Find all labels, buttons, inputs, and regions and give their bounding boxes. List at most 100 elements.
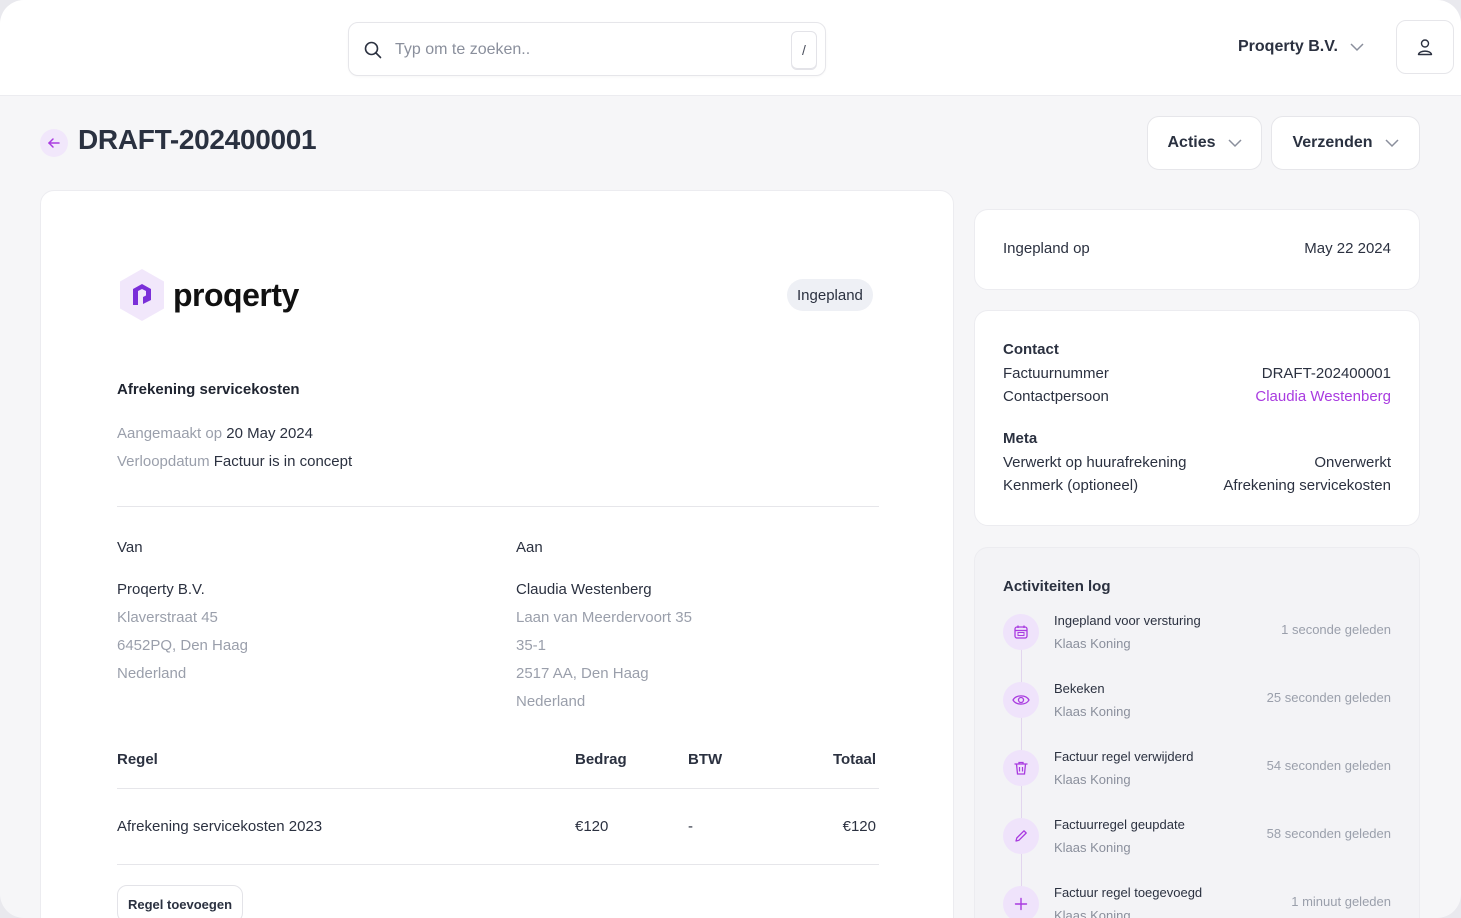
reference-value: Afrekening servicekosten [1223,477,1391,494]
proqerty-logo-icon [120,269,164,321]
arrow-left-icon [47,138,60,148]
invoice-subject: Afrekening servicekosten [117,381,300,398]
plus-icon [1003,886,1039,918]
trash-icon [1003,750,1039,786]
activity-action: Factuurregel geupdate [1054,817,1185,832]
scheduled-label: Ingepland op [1003,240,1090,257]
send-label: Verzenden [1292,134,1373,151]
back-button[interactable] [40,129,68,157]
contact-person-label: Contactpersoon [1003,388,1109,405]
logo-wordmark: proqerty [173,276,299,313]
contact-person-row: Contactpersoon Claudia Westenberg [1003,388,1391,405]
due-value: Factuur is in concept [213,453,353,470]
from-line: Nederland [117,665,187,682]
reference-label: Kenmerk (optioneel) [1003,477,1139,494]
due-date: Verloopdatum Factuur is in concept [117,453,352,470]
send-dropdown-button[interactable]: Verzenden [1271,116,1420,170]
activity-item: Factuur regel toegevoegd Klaas Koning 1 … [1003,882,1391,918]
from-line: 6452PQ, Den Haag [117,637,248,654]
column-header-vat: BTW [688,751,723,768]
user-menu-button[interactable] [1396,20,1454,74]
app-window: / Proqerty B.V. DRAFT-202400001 Acties [0,0,1461,918]
row-amount: €120 [575,818,609,835]
page-title: DRAFT-202400001 [78,124,317,155]
from-name: Proqerty B.V. [117,581,205,598]
to-line: 2517 AA, Den Haag [516,665,649,682]
chevron-down-icon [1384,139,1399,148]
divider [117,788,879,789]
add-line-button[interactable]: Regel toevoegen [117,885,244,918]
contact-section-title: Contact [1003,341,1059,358]
top-bar: / Proqerty B.V. [0,0,1461,96]
search-box[interactable]: / [348,22,826,76]
scheduled-row: Ingepland op May 22 2024 [1003,240,1391,257]
activity-item: Ingepland voor versturing Klaas Koning 1… [1003,610,1391,660]
activity-item: Factuur regel verwijderd Klaas Koning 54… [1003,746,1391,796]
invoice-preview: proqerty Ingepland Afrekening servicekos… [40,190,954,918]
to-address: Aan Claudia Westenberg Laan van Meerderv… [516,539,896,716]
divider [117,864,879,865]
eye-icon [1003,682,1039,718]
activity-action: Bekeken [1054,681,1105,696]
column-header-amount: Bedrag [575,751,627,768]
activity-user: Klaas Koning [1054,704,1131,719]
organization-switcher[interactable]: Proqerty B.V. [1238,34,1364,60]
actions-label: Acties [1167,134,1216,151]
processed-row: Verwerkt op huurafrekening Onverwerkt [1003,454,1391,471]
created-label: Aangemaakt op [117,425,223,442]
to-line: Nederland [516,693,586,710]
created-value: 20 May 2024 [226,425,313,442]
to-name: Claudia Westenberg [516,581,652,598]
meta-section-title: Meta [1003,430,1038,447]
activity-time: 1 minuut geleden [1291,894,1391,909]
from-line: Klaverstraat 45 [117,609,218,626]
activity-log-card: Activiteiten log Ingepland voor versturi… [974,547,1420,918]
activity-user: Klaas Koning [1054,908,1131,918]
column-header-line: Regel [117,751,158,768]
organization-name: Proqerty B.V. [1238,38,1338,55]
search-icon [364,41,382,59]
pencil-icon [1003,818,1039,854]
due-label: Verloopdatum [117,453,210,470]
invoice-number-value: DRAFT-202400001 [1261,365,1391,382]
reference-row: Kenmerk (optioneel) Afrekening serviceko… [1003,477,1391,494]
to-label: Aan [516,539,543,556]
details-card: Contact Factuurnummer DRAFT-202400001 Co… [974,310,1420,526]
from-label: Van [117,539,143,556]
processed-label: Verwerkt op huurafrekening [1003,454,1187,471]
to-line: Laan van Meerdervoort 35 [516,609,692,626]
to-line: 35-1 [516,637,547,654]
scheduled-card: Ingepland op May 22 2024 [974,209,1420,290]
company-logo: proqerty [117,267,299,323]
scheduled-value: May 22 2024 [1304,240,1391,257]
actions-dropdown-button[interactable]: Acties [1147,116,1262,170]
chevron-down-icon [1227,139,1242,148]
activity-item: Factuurregel geupdate Klaas Koning 58 se… [1003,814,1391,864]
calendar-icon [1003,614,1039,650]
contact-person-link[interactable]: Claudia Westenberg [1255,388,1391,405]
activity-log-title: Activiteiten log [1003,578,1111,595]
invoice-number-label: Factuurnummer [1003,365,1109,382]
row-total: €120 [842,818,876,835]
search-shortcut-key: / [791,31,817,69]
row-description: Afrekening servicekosten 2023 [117,818,323,835]
column-header-total: Totaal [832,751,876,768]
chevron-down-icon [1350,43,1364,52]
activity-time: 54 seconden geleden [1266,758,1391,773]
activity-action: Factuur regel toegevoegd [1054,885,1203,900]
search-input[interactable] [395,37,775,63]
activity-time: 58 seconden geleden [1266,826,1391,841]
activity-time: 25 seconden geleden [1266,690,1391,705]
activity-action: Ingepland voor versturing [1054,613,1201,628]
activity-item: Bekeken Klaas Koning 25 seconden geleden [1003,678,1391,728]
activity-time: 1 seconde geleden [1281,622,1391,637]
activity-user: Klaas Koning [1054,772,1131,787]
user-icon [1417,39,1433,56]
activity-user: Klaas Koning [1054,636,1131,651]
row-vat: - [688,818,693,835]
invoice-number-row: Factuurnummer DRAFT-202400001 [1003,365,1391,382]
processed-value: Onverwerkt [1314,454,1391,471]
activity-action: Factuur regel verwijderd [1054,749,1194,764]
divider [117,506,879,507]
status-badge: Ingepland [787,279,873,311]
